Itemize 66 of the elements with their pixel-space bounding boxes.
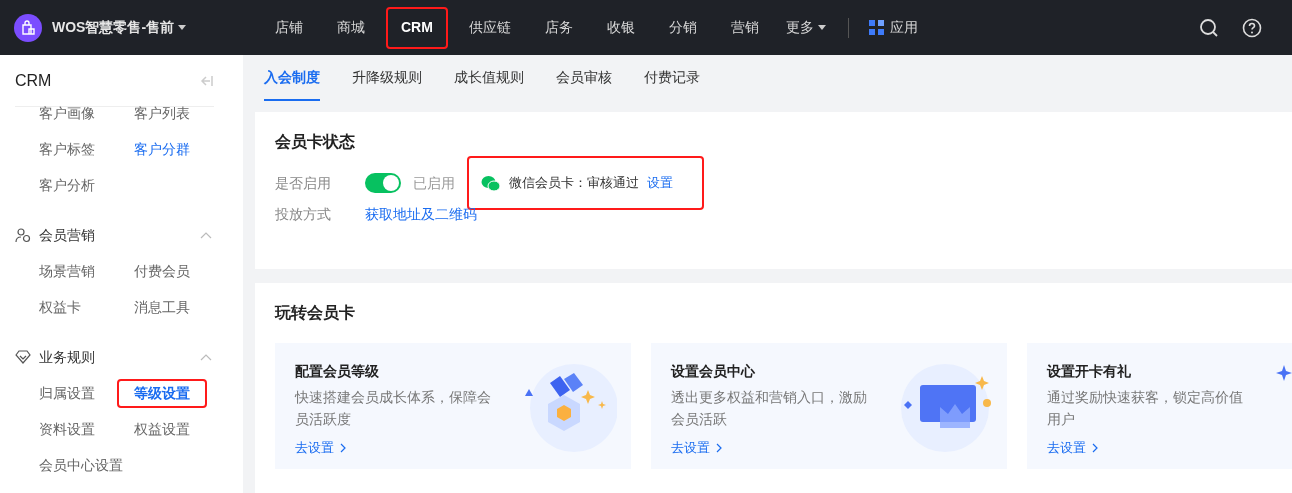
- qr-code-link[interactable]: 获取地址及二维码: [365, 204, 477, 225]
- wechat-icon: [481, 174, 501, 192]
- chevron-right-icon: [340, 442, 346, 453]
- nav-tab[interactable]: 商城: [324, 6, 378, 49]
- collapse-sidebar-icon[interactable]: [200, 74, 214, 87]
- chevron-right-icon: [1092, 442, 1098, 453]
- diamond-icon: [15, 350, 31, 364]
- sidebar-item[interactable]: 会员中心设置: [39, 454, 123, 476]
- card-description: 快速搭建会员成长体系，保障会员活跃度: [295, 388, 492, 429]
- nav-tab[interactable]: 店务: [531, 6, 586, 49]
- tab[interactable]: 升降级规则: [352, 55, 422, 101]
- collapse-icon[interactable]: [200, 231, 212, 239]
- sidebar-item[interactable]: 消息工具: [133, 296, 190, 318]
- card-title: 设置会员中心: [671, 362, 756, 381]
- sidebar-item[interactable]: 客户画像: [39, 102, 95, 124]
- card-description: 透出更多权益和营销入口，激励会员活跃: [671, 388, 868, 429]
- sidebar-item[interactable]: 客户列表: [133, 102, 190, 124]
- app-switcher[interactable]: WOS智慧零售-售前: [52, 17, 222, 38]
- apps-button[interactable]: 应用: [868, 17, 918, 38]
- nav-tab[interactable]: 分销: [655, 6, 710, 49]
- card-title: 设置开卡有礼: [1047, 362, 1132, 381]
- tab[interactable]: 入会制度: [264, 55, 320, 101]
- toggle-status: 已启用: [413, 173, 455, 193]
- search-icon[interactable]: [1199, 17, 1219, 38]
- tab[interactable]: 付费记录: [644, 55, 700, 101]
- section-title: 玩转会员卡: [275, 303, 356, 323]
- section-title: 会员卡状态: [275, 132, 356, 152]
- field-label: 投放方式: [275, 205, 332, 224]
- sidebar-group-title[interactable]: 业务规则: [39, 346, 95, 368]
- field-label: 是否启用: [275, 173, 332, 193]
- sidebar-item[interactable]: 客户分群: [133, 138, 190, 160]
- sidebar-item[interactable]: 资料设置: [39, 418, 95, 440]
- sidebar-item[interactable]: 归属设置: [39, 382, 95, 404]
- go-settings-link[interactable]: 去设置: [295, 438, 500, 458]
- help-icon[interactable]: [1242, 17, 1262, 38]
- caret-icon: [817, 25, 826, 30]
- card-title: 配置会员等级: [295, 362, 380, 381]
- go-settings-link[interactable]: 去设置: [1047, 438, 1252, 458]
- caret-icon: [178, 25, 187, 30]
- nav-tab[interactable]: CRM: [386, 6, 448, 49]
- chevron-right-icon: [716, 442, 722, 453]
- sidebar-item[interactable]: 付费会员: [133, 260, 190, 282]
- sidebar-item[interactable]: 等级设置: [116, 378, 207, 408]
- collapse-icon[interactable]: [200, 353, 212, 361]
- sidebar-item[interactable]: 权益设置: [133, 418, 190, 440]
- app-logo-icon: [14, 13, 42, 42]
- sidebar-item[interactable]: 客户标签: [39, 138, 95, 160]
- user-icon: [15, 227, 31, 243]
- settings-link[interactable]: 设置: [647, 173, 673, 193]
- sidebar-title: CRM: [15, 70, 52, 91]
- sidebar-item[interactable]: 场景营销: [39, 260, 95, 282]
- sidebar-item[interactable]: 客户分析: [39, 174, 95, 196]
- wechat-status-text: 微信会员卡：审核通过: [509, 174, 639, 193]
- nav-tab[interactable]: 店铺: [262, 6, 316, 49]
- tab[interactable]: 成长值规则: [454, 55, 524, 101]
- card-description: 通过奖励快速获客，锁定高价值用户: [1047, 388, 1244, 429]
- nav-tab[interactable]: 收银: [593, 6, 648, 49]
- tab[interactable]: 会员审核: [556, 55, 612, 101]
- sidebar-item[interactable]: 权益卡: [39, 296, 81, 318]
- toggle-switch[interactable]: [365, 173, 401, 193]
- sidebar-group-title[interactable]: 会员营销: [39, 224, 95, 246]
- grid-icon: [868, 20, 884, 35]
- more-menu[interactable]: 更多: [785, 17, 826, 38]
- nav-tab[interactable]: 营销: [717, 6, 772, 49]
- go-settings-link[interactable]: 去设置: [671, 438, 876, 458]
- nav-tab[interactable]: 供应链: [455, 6, 524, 49]
